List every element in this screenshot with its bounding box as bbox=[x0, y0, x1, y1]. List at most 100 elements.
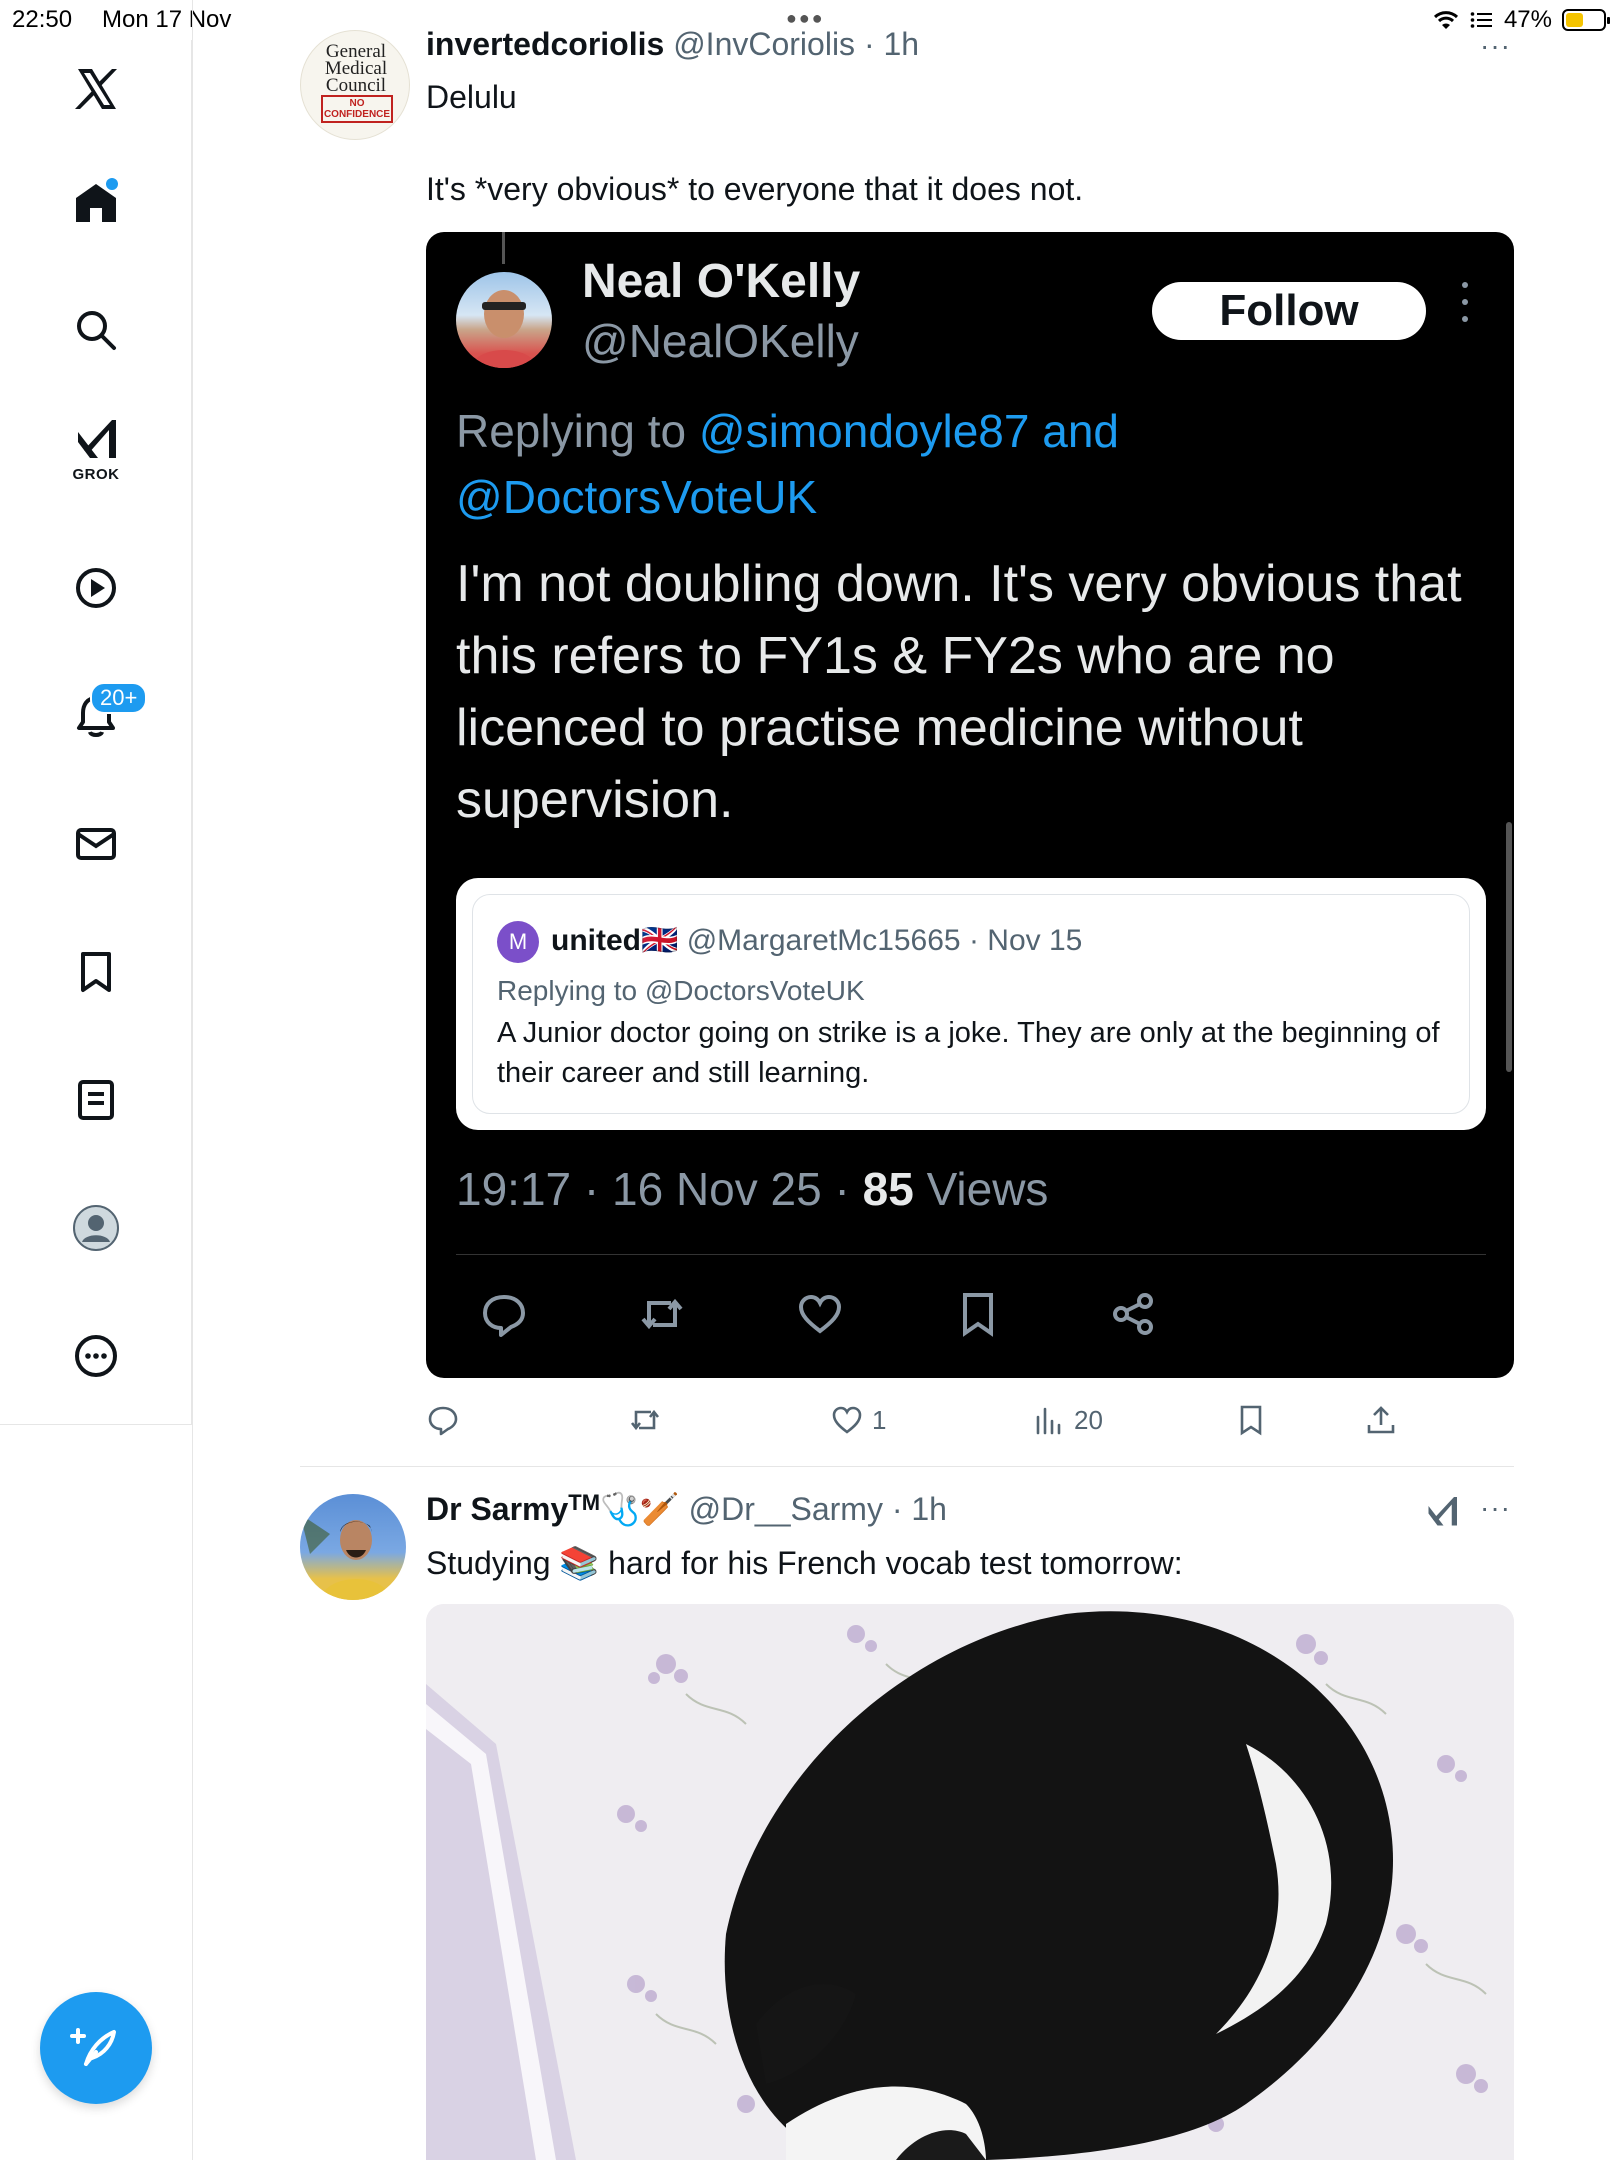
replying-prefix: Replying to bbox=[456, 405, 687, 457]
status-date: Mon 17 Nov bbox=[102, 6, 232, 33]
sidebar-item-profile[interactable] bbox=[0, 1188, 192, 1268]
grok-icon bbox=[1428, 1497, 1457, 1526]
sidebar-item-notifications[interactable]: 20+ bbox=[0, 676, 192, 756]
no-confidence-stamp: NO CONFIDENCE bbox=[321, 95, 393, 123]
battery-level bbox=[1566, 13, 1583, 27]
bookmark-icon bbox=[81, 952, 111, 992]
avatar-text-council: Council bbox=[325, 75, 387, 96]
embed-share-icon bbox=[1104, 1284, 1164, 1344]
grok-label: GROK bbox=[72, 466, 120, 483]
stamp-line-1: NO bbox=[349, 98, 365, 109]
tweet2-grok-button[interactable] bbox=[1424, 1494, 1460, 1535]
tweet2-tm: TM bbox=[568, 1490, 601, 1515]
share-upload-icon bbox=[1367, 1406, 1395, 1434]
x-logo-icon bbox=[75, 69, 117, 109]
tweet1-avatar[interactable]: General Medical Council NO CONFIDENCE bbox=[300, 30, 410, 140]
sidebar-item-search[interactable] bbox=[0, 290, 192, 370]
quoted-author-name: united bbox=[551, 924, 641, 957]
embed-date: 16 Nov 25 bbox=[612, 1163, 822, 1215]
tweet2-avatar-photo bbox=[300, 1514, 392, 1600]
tweet1-bookmark-button[interactable] bbox=[1234, 1400, 1268, 1440]
quoted-avatar: M bbox=[497, 921, 539, 963]
tweet2-name-emoji: 🩺🏏 bbox=[600, 1491, 680, 1527]
battery-icon bbox=[1562, 9, 1610, 31]
status-time: 22:50 bbox=[12, 6, 73, 33]
quoted-date: Nov 15 bbox=[987, 924, 1083, 957]
sidebar-item-messages[interactable] bbox=[0, 804, 192, 884]
tweet2-text-after: hard for his French vocab test tomorrow: bbox=[608, 1545, 1183, 1581]
uk-flag-icon: 🇬🇧 bbox=[641, 924, 679, 957]
heart-icon bbox=[832, 1406, 862, 1434]
tweet1-author-name[interactable]: invertedcoriolis bbox=[426, 26, 664, 62]
reply-icon bbox=[428, 1406, 458, 1436]
tweet2-text: Studying 📚 hard for his French vocab tes… bbox=[426, 1540, 1183, 1586]
sidebar-item-more[interactable] bbox=[0, 1316, 192, 1396]
quoted-header: united🇬🇧 @MargaretMc15665 · Nov 15 bbox=[551, 924, 1083, 957]
embed-views-count: 85 bbox=[862, 1163, 914, 1215]
tweet1-share-button[interactable] bbox=[1364, 1400, 1398, 1440]
compose-button[interactable] bbox=[40, 1992, 152, 2104]
embed-author-name: Neal O'Kelly bbox=[582, 255, 861, 308]
embed-time: 19:17 bbox=[456, 1163, 572, 1215]
tweet2-handle[interactable]: @Dr__Sarmy bbox=[689, 1491, 883, 1527]
mention-and: and bbox=[1042, 405, 1119, 457]
sidebar-item-x-logo[interactable] bbox=[0, 49, 192, 129]
sidebar-item-video[interactable] bbox=[0, 548, 192, 628]
embed-retweet-icon bbox=[632, 1284, 692, 1344]
tweet1-header: invertedcoriolis @InvCoriolis · 1h bbox=[426, 26, 920, 62]
mail-icon bbox=[76, 828, 116, 860]
embed-follow-button: Follow bbox=[1152, 282, 1426, 340]
analytics-icon bbox=[1036, 1407, 1061, 1435]
retweet-icon bbox=[630, 1409, 660, 1431]
quoted-text: A Junior doctor going on strike is a jok… bbox=[497, 1017, 1440, 1089]
quoted-tweet-card: M united🇬🇧 @MargaretMc15665 · Nov 15 Rep… bbox=[472, 894, 1470, 1114]
lists-icon bbox=[78, 1080, 114, 1120]
tweet2-image-cat[interactable] bbox=[426, 1604, 1514, 2160]
tweet2-author-name[interactable]: Dr Sarmy bbox=[426, 1491, 568, 1527]
thread-line bbox=[502, 232, 505, 264]
tweet1-image[interactable]: Neal O'Kelly @NealOKelly Follow Replying… bbox=[426, 232, 1514, 1378]
embed-bookmark-icon bbox=[948, 1284, 1008, 1344]
tweet1-handle[interactable]: @InvCoriolis bbox=[673, 26, 855, 62]
embed-timestamp-views: 19:17 · 16 Nov 25 · 85 Views bbox=[456, 1163, 1049, 1215]
embed-quoted-tweet: M united🇬🇧 @MargaretMc15665 · Nov 15 Rep… bbox=[456, 878, 1486, 1130]
more-icon bbox=[75, 1335, 117, 1377]
sidebar-item-grok[interactable]: GROK bbox=[0, 412, 192, 492]
quoted-handle: @MargaretMc15665 bbox=[686, 924, 961, 957]
embed-scroll-indicator bbox=[1506, 822, 1512, 1072]
tweet1-more-icon[interactable]: ··· bbox=[1480, 30, 1511, 62]
cat-photo bbox=[426, 1604, 1514, 2160]
tweet2-more-icon[interactable]: ··· bbox=[1480, 1492, 1511, 1524]
embed-avatar-face bbox=[470, 290, 538, 368]
sidebar-item-home[interactable] bbox=[0, 162, 192, 242]
tweet2-text-before: Studying bbox=[426, 1545, 551, 1581]
sidebar: GROK 20+ bbox=[0, 40, 192, 1425]
search-icon bbox=[77, 311, 116, 350]
mention-doctorsvoteuk: @DoctorsVoteUK bbox=[456, 471, 818, 523]
tweet2-time[interactable]: 1h bbox=[911, 1491, 947, 1527]
tweet1-reply-button[interactable] bbox=[426, 1400, 460, 1440]
embed-more-icon bbox=[1460, 282, 1470, 322]
embed-avatar bbox=[456, 272, 552, 368]
tweet1-like-button[interactable]: 1 bbox=[830, 1400, 886, 1440]
tweet2-avatar[interactable] bbox=[300, 1494, 406, 1600]
mention-simondoyle87: @simondoyle87 bbox=[698, 405, 1030, 457]
tweet1-text-line2: It's *very obvious* to everyone that it … bbox=[426, 171, 1084, 207]
embed-views-label: Views bbox=[926, 1163, 1049, 1215]
tweet1-time[interactable]: 1h bbox=[883, 26, 919, 62]
sidebar-item-lists[interactable] bbox=[0, 1060, 192, 1140]
embed-reply-icon bbox=[474, 1284, 534, 1344]
tweet1-retweet-button[interactable] bbox=[628, 1400, 662, 1440]
embed-divider bbox=[456, 1254, 1486, 1255]
tweet-separator bbox=[300, 1466, 1514, 1467]
stamp-line-2: CONFIDENCE bbox=[323, 109, 391, 120]
tweet1-like-count: 1 bbox=[872, 1404, 887, 1435]
embed-tweet-body: I'm not doubling down. It's very obvious… bbox=[456, 555, 1462, 829]
sidebar-item-bookmarks[interactable] bbox=[0, 932, 192, 1012]
tweet1-views-button[interactable]: 20 bbox=[1032, 1400, 1103, 1440]
home-unread-dot bbox=[106, 178, 118, 190]
embed-replying-to: Replying to @simondoyle87 and @DoctorsVo… bbox=[456, 398, 1486, 530]
tweet1-text-line1: Delulu bbox=[426, 79, 517, 115]
books-emoji-icon: 📚 bbox=[559, 1545, 600, 1581]
battery-percent: 47% bbox=[1503, 6, 1552, 33]
